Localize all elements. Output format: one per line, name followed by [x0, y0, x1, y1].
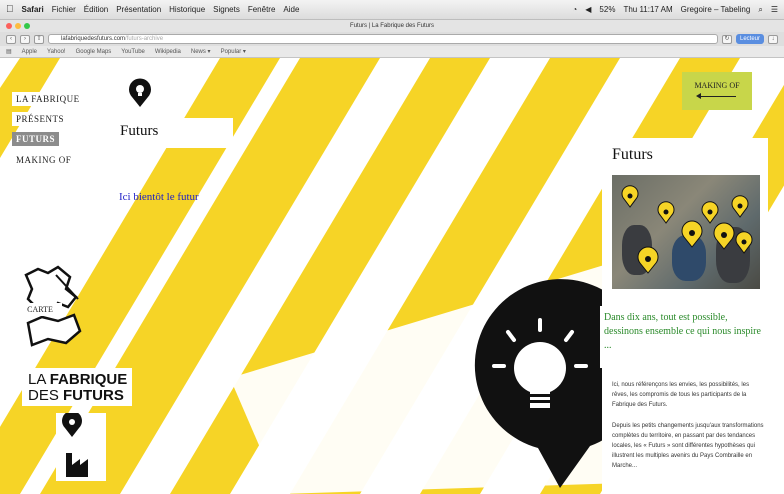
- arrow-left-icon: [696, 93, 736, 99]
- bookmark-item[interactable]: News ▾: [191, 48, 211, 55]
- bookmark-item[interactable]: Wikipedia: [155, 49, 181, 55]
- page-title: Futurs: [113, 118, 233, 148]
- web-page: LA FABRIQUE PRÉSENTS FUTURS MAKING OF Fu…: [0, 58, 784, 494]
- bookmark-item[interactable]: Yahoo!: [47, 49, 66, 55]
- menu-item-bookmarks[interactable]: Signets: [213, 5, 240, 14]
- status-area: ◔ ◀ 52% Thu 11:17 AM Gregoire – Tabeling…: [572, 5, 778, 15]
- window-title: Futurs | La Fabrique des Futurs: [350, 23, 434, 29]
- bookmark-item[interactable]: Popular ▾: [221, 48, 246, 55]
- back-icon[interactable]: ‹: [6, 34, 16, 44]
- nav-item-presents[interactable]: PRÉSENTS: [12, 112, 69, 126]
- zoom-icon[interactable]: [24, 23, 30, 29]
- menu-item-window[interactable]: Fenêtre: [248, 5, 276, 14]
- making-of-button[interactable]: MAKING OF: [682, 72, 752, 110]
- map-label[interactable]: CARTE: [18, 303, 62, 316]
- menu-item-view[interactable]: Présentation: [116, 5, 161, 14]
- user-name[interactable]: Gregoire – Tabeling: [681, 5, 751, 14]
- clock[interactable]: Thu 11:17 AM: [623, 5, 672, 14]
- url-suffix: /futurs-archive: [125, 36, 164, 42]
- making-of-label: MAKING OF: [694, 81, 740, 90]
- logo-line-1: LA FABRIQUE: [28, 371, 128, 388]
- close-icon[interactable]: [6, 23, 12, 29]
- volume-icon[interactable]: ◀: [585, 5, 591, 14]
- bookmark-item[interactable]: Google Maps: [76, 49, 112, 55]
- menu-app-name[interactable]: Safari: [22, 5, 44, 14]
- bookmark-item[interactable]: Apple: [22, 49, 37, 55]
- browser-toolbar: ‹ › ⇧ lafabriquedesfuturs.com/futurs-arc…: [0, 32, 784, 46]
- reload-icon[interactable]: ↻: [722, 34, 732, 44]
- list-icon[interactable]: ☰: [771, 5, 778, 14]
- window-title-bar: Futurs | La Fabrique des Futurs: [0, 20, 784, 32]
- reader-button[interactable]: Lecteur: [736, 34, 764, 44]
- battery-label[interactable]: 52%: [599, 5, 615, 14]
- spotlight-icon[interactable]: ⌕: [758, 5, 762, 15]
- forward-icon[interactable]: ›: [20, 34, 30, 44]
- bookmarks-bar: ▤ Apple Yahoo! Google Maps YouTube Wikip…: [0, 46, 784, 58]
- menu-item-help[interactable]: Aide: [283, 5, 299, 14]
- nav-item-la-fabrique[interactable]: LA FABRIQUE: [12, 92, 84, 106]
- window-controls: [6, 23, 30, 29]
- pin-icon: [129, 78, 151, 107]
- factory-bulb-icon: [56, 413, 106, 481]
- minimize-icon[interactable]: [15, 23, 21, 29]
- menu-bar:  Safari Fichier Édition Présentation Hi…: [0, 0, 784, 20]
- url-text: lafabriquedesfuturs.com: [61, 36, 126, 42]
- nav-item-making-of[interactable]: MAKING OF: [12, 153, 76, 167]
- content-link[interactable]: Ici bientôt le futur: [113, 183, 233, 213]
- paragraph-2: Depuis les petits changements jusqu'aux …: [612, 423, 764, 469]
- menu-item-history[interactable]: Historique: [169, 5, 205, 14]
- futurs-photo[interactable]: [612, 175, 760, 289]
- menu-item-file[interactable]: Fichier: [52, 5, 76, 14]
- map-pins: [621, 185, 753, 274]
- paragraph-1: Ici, nous référençons les envies, les po…: [612, 382, 750, 408]
- logo[interactable]: LA FABRIQUE DES FUTURS: [22, 368, 132, 406]
- menu-item-edit[interactable]: Édition: [84, 5, 108, 14]
- wifi-icon[interactable]: ◔: [572, 5, 577, 14]
- quote-text: Dans dix ans, tout est possible, dessino…: [600, 306, 768, 368]
- apple-icon[interactable]: : [6, 4, 14, 15]
- download-icon[interactable]: ↓: [768, 34, 778, 44]
- sidebar-toggle-icon[interactable]: ▤: [6, 48, 12, 55]
- side-panel-title: Futurs: [612, 146, 653, 163]
- bookmark-item[interactable]: YouTube: [121, 49, 145, 55]
- address-bar[interactable]: lafabriquedesfuturs.com/futurs-archive: [48, 34, 718, 44]
- nav-item-futurs[interactable]: FUTURS: [12, 132, 60, 146]
- logo-line-2: DES FUTURS: [28, 387, 124, 404]
- share-icon[interactable]: ⇧: [34, 34, 44, 44]
